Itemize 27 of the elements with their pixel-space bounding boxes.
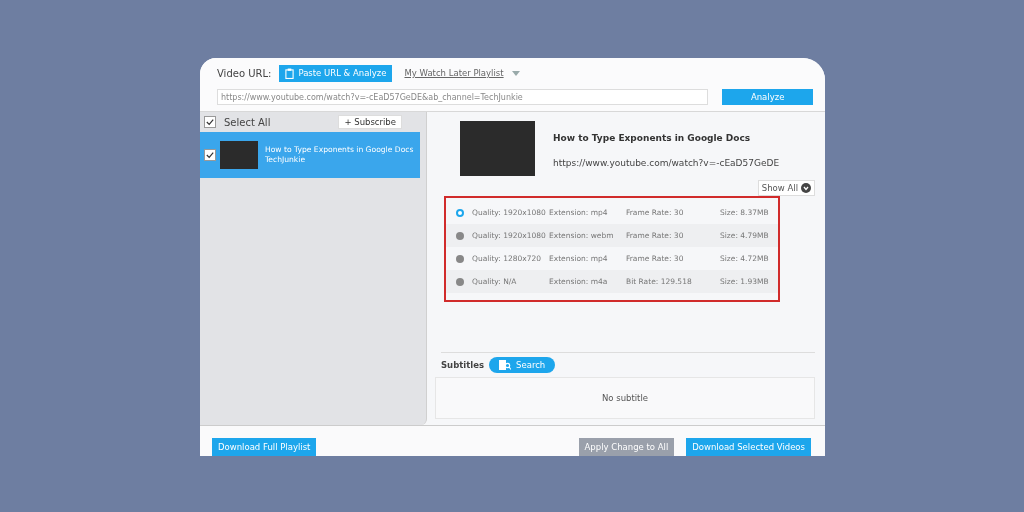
subscribe-button[interactable]: + Subscribe [338,115,402,129]
show-all-button[interactable]: Show All [757,180,815,196]
dropdown-caret-icon[interactable] [511,70,520,76]
empty-subtitle-text: No subtitle [601,393,649,403]
download-playlist-button[interactable]: Download Full Playlist [212,438,317,456]
chevron-down-circle-icon [801,183,811,193]
analyze-button[interactable]: Analyze [722,89,813,105]
subtitles-label: Subtitles [441,360,485,370]
playlist-link[interactable]: My Watch Later Playlist [404,68,504,78]
format-radio[interactable] [456,254,464,263]
select-all-checkbox[interactable] [204,116,216,128]
subtitle-search-icon [499,360,512,370]
video-thumbnail-placeholder [220,141,258,169]
select-all-label: Select All [224,116,272,128]
video-url: https://www.youtube.com/watch?v=-cEaD57GeDE [553,158,780,169]
clipboard-icon [285,67,295,79]
video-title: How to Type Exponents in Google Docs [553,132,752,143]
subtitle-search-button[interactable]: Search [489,357,556,373]
format-radio[interactable] [456,208,464,217]
item-checkbox[interactable] [204,149,216,161]
format-radio[interactable] [456,277,464,286]
url-label: Video URL: [217,67,272,79]
url-input-field[interactable]: https://www.youtube.com/watch?v=-cEaD57GeDE&ab_channel=TechJunkie [217,89,709,105]
format-radio[interactable] [456,231,464,240]
download-selected-button[interactable]: Download Selected Videos [686,438,811,456]
paste-url-button[interactable]: Paste URL & Analyze [279,64,393,82]
apply-change-button[interactable]: Apply Change to All [578,438,675,456]
